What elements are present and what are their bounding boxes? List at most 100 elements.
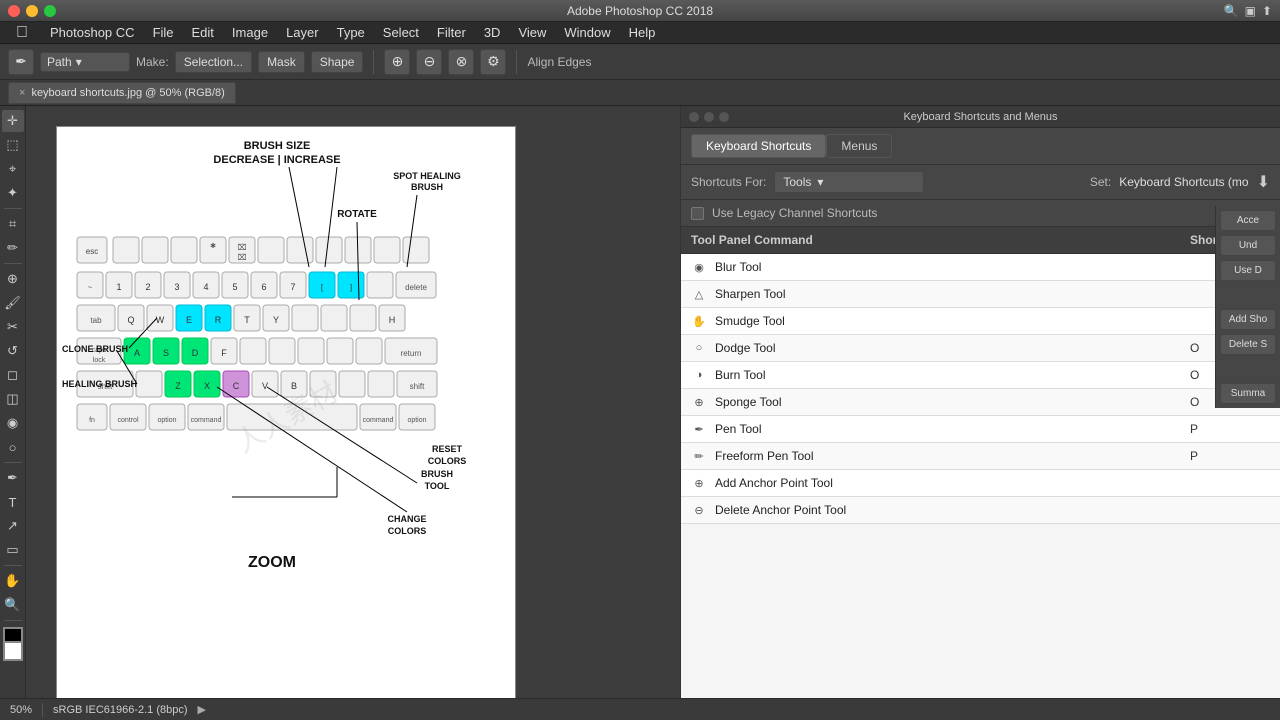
svg-text:esc: esc bbox=[86, 247, 98, 256]
shape-button[interactable]: Shape bbox=[311, 51, 364, 73]
menu-photoshop[interactable]: Photoshop CC bbox=[42, 23, 143, 42]
svg-text:command: command bbox=[191, 417, 222, 424]
zoom-tool[interactable]: 🔍 bbox=[2, 594, 24, 616]
command-name: Freeform Pen Tool bbox=[715, 449, 1190, 463]
svg-text:TOOL: TOOL bbox=[425, 481, 450, 491]
menu-view[interactable]: View bbox=[510, 23, 554, 42]
magic-wand-tool[interactable]: ✦ bbox=[2, 182, 24, 204]
save-set-icon[interactable]: ⬇ bbox=[1257, 172, 1270, 192]
spacer bbox=[1220, 285, 1276, 305]
add-anchor-icon: ⊕ bbox=[691, 475, 707, 491]
table-row[interactable]: ◑ Burn Tool O bbox=[681, 362, 1280, 389]
command-name: Sponge Tool bbox=[715, 395, 1190, 409]
maximize-button[interactable] bbox=[44, 5, 56, 17]
table-row[interactable]: ⊕ Add Anchor Point Tool bbox=[681, 470, 1280, 497]
table-row[interactable]: ✏ Freeform Pen Tool P bbox=[681, 443, 1280, 470]
use-default-button[interactable]: Use D bbox=[1220, 260, 1276, 281]
close-button[interactable] bbox=[8, 5, 20, 17]
marquee-tool[interactable]: ⬚ bbox=[2, 134, 24, 156]
pen-tool-icon[interactable]: ✒ bbox=[8, 49, 34, 75]
zoom-level: 50% bbox=[10, 704, 32, 716]
use-legacy-checkbox[interactable] bbox=[691, 207, 704, 220]
intersect-icon[interactable]: ⊗ bbox=[448, 49, 474, 75]
svg-text:6: 6 bbox=[261, 282, 266, 292]
path-selector[interactable]: Path ▾ bbox=[40, 52, 130, 72]
ks-controls: Shortcuts For: Tools ▾ Set: Keyboard Sho… bbox=[681, 165, 1280, 200]
path-tool[interactable]: ↗ bbox=[2, 515, 24, 537]
gradient-tool[interactable]: ◫ bbox=[2, 388, 24, 410]
background-color[interactable] bbox=[3, 641, 23, 661]
table-row[interactable]: ⊕ Sponge Tool O bbox=[681, 389, 1280, 416]
svg-text:A: A bbox=[134, 348, 140, 358]
pen-tool[interactable]: ✒ bbox=[2, 467, 24, 489]
hand-tool[interactable]: ✋ bbox=[2, 570, 24, 592]
tool-separator-2 bbox=[4, 263, 22, 264]
shape-tool[interactable]: ▭ bbox=[2, 539, 24, 561]
menu-filter[interactable]: Filter bbox=[429, 23, 474, 42]
svg-text:S: S bbox=[163, 348, 169, 358]
close-tab-icon[interactable]: × bbox=[19, 87, 25, 99]
menu-image[interactable]: Image bbox=[224, 23, 276, 42]
path-selector-label: Path bbox=[47, 55, 72, 69]
table-row[interactable]: ○ Dodge Tool O bbox=[681, 335, 1280, 362]
dodge-tool[interactable]: ○ bbox=[2, 436, 24, 458]
share-icon[interactable]: ⬆ bbox=[1262, 4, 1272, 18]
table-row[interactable]: ✋ Smudge Tool bbox=[681, 308, 1280, 335]
delete-shortcut-button[interactable]: Delete S bbox=[1220, 334, 1276, 355]
table-row[interactable]: ✒ Pen Tool P bbox=[681, 416, 1280, 443]
svg-text:SPOT HEALING: SPOT HEALING bbox=[393, 171, 461, 181]
settings-icon[interactable]: ⚙ bbox=[480, 49, 506, 75]
ks-close-dot[interactable] bbox=[689, 112, 699, 122]
crop-tool[interactable]: ⌗ bbox=[2, 213, 24, 235]
add-shortcut-button[interactable]: Add Sho bbox=[1220, 309, 1276, 330]
type-tool[interactable]: T bbox=[2, 491, 24, 513]
summarize-button[interactable]: Summa bbox=[1220, 383, 1276, 404]
menu-select[interactable]: Select bbox=[375, 23, 427, 42]
ks-max-dot[interactable] bbox=[719, 112, 729, 122]
table-row[interactable]: ◉ Blur Tool bbox=[681, 254, 1280, 281]
svg-text:HEALING BRUSH: HEALING BRUSH bbox=[62, 379, 137, 389]
menu-file[interactable]: File bbox=[145, 23, 182, 42]
brush-tool[interactable]: 🖌 bbox=[2, 292, 24, 314]
canvas-image[interactable]: BRUSH SIZE DECREASE | INCREASE SPOT HEAL… bbox=[57, 127, 515, 698]
move-tool[interactable]: ✛ bbox=[2, 110, 24, 132]
menu-type[interactable]: Type bbox=[329, 23, 373, 42]
svg-text:BRUSH: BRUSH bbox=[421, 469, 453, 479]
minimize-button[interactable] bbox=[26, 5, 38, 17]
accept-button[interactable]: Acce bbox=[1220, 210, 1276, 231]
status-arrow-icon[interactable]: ▶ bbox=[198, 703, 206, 716]
make-label: Make: bbox=[136, 55, 169, 69]
menu-window[interactable]: Window bbox=[556, 23, 618, 42]
document-tab[interactable]: × keyboard shortcuts.jpg @ 50% (RGB/8) bbox=[8, 82, 236, 104]
combine-icon[interactable]: ⊕ bbox=[384, 49, 410, 75]
tab-keyboard-shortcuts[interactable]: Keyboard Shortcuts bbox=[691, 134, 826, 158]
search-icon[interactable]: 🔍 bbox=[1224, 4, 1239, 18]
undo-button[interactable]: Und bbox=[1220, 235, 1276, 256]
blur-tool[interactable]: ◉ bbox=[2, 412, 24, 434]
ks-table-body[interactable]: ◉ Blur Tool △ Sharpen Tool ✋ Smudge Tool… bbox=[681, 254, 1280, 698]
healing-tool[interactable]: ⊕ bbox=[2, 268, 24, 290]
command-name: Dodge Tool bbox=[715, 341, 1190, 355]
mask-button[interactable]: Mask bbox=[258, 51, 305, 73]
shortcuts-for-dropdown[interactable]: Tools ▾ bbox=[774, 171, 924, 193]
table-row[interactable]: △ Sharpen Tool bbox=[681, 281, 1280, 308]
table-row[interactable]: ⊖ Delete Anchor Point Tool bbox=[681, 497, 1280, 524]
eyedropper-tool[interactable]: ✏ bbox=[2, 237, 24, 259]
selection-button[interactable]: Selection... bbox=[175, 51, 252, 73]
history-brush[interactable]: ↺ bbox=[2, 340, 24, 362]
eraser-tool[interactable]: ◻ bbox=[2, 364, 24, 386]
titlebar-right-icons: 🔍 ▣ ⬆ bbox=[1224, 4, 1272, 18]
tab-menus[interactable]: Menus bbox=[826, 134, 892, 158]
view-icon[interactable]: ▣ bbox=[1245, 4, 1256, 18]
menu-3d[interactable]: 3D bbox=[476, 23, 509, 42]
apple-menu[interactable]:  bbox=[8, 22, 36, 44]
svg-text:3: 3 bbox=[174, 282, 179, 292]
menu-layer[interactable]: Layer bbox=[278, 23, 327, 42]
menu-edit[interactable]: Edit bbox=[184, 23, 222, 42]
lasso-tool[interactable]: ⌖ bbox=[2, 158, 24, 180]
subtract-icon[interactable]: ⊖ bbox=[416, 49, 442, 75]
menu-help[interactable]: Help bbox=[621, 23, 664, 42]
stamp-tool[interactable]: ✂ bbox=[2, 316, 24, 338]
keyboard-diagram-svg: BRUSH SIZE DECREASE | INCREASE SPOT HEAL… bbox=[57, 127, 497, 657]
ks-min-dot[interactable] bbox=[704, 112, 714, 122]
